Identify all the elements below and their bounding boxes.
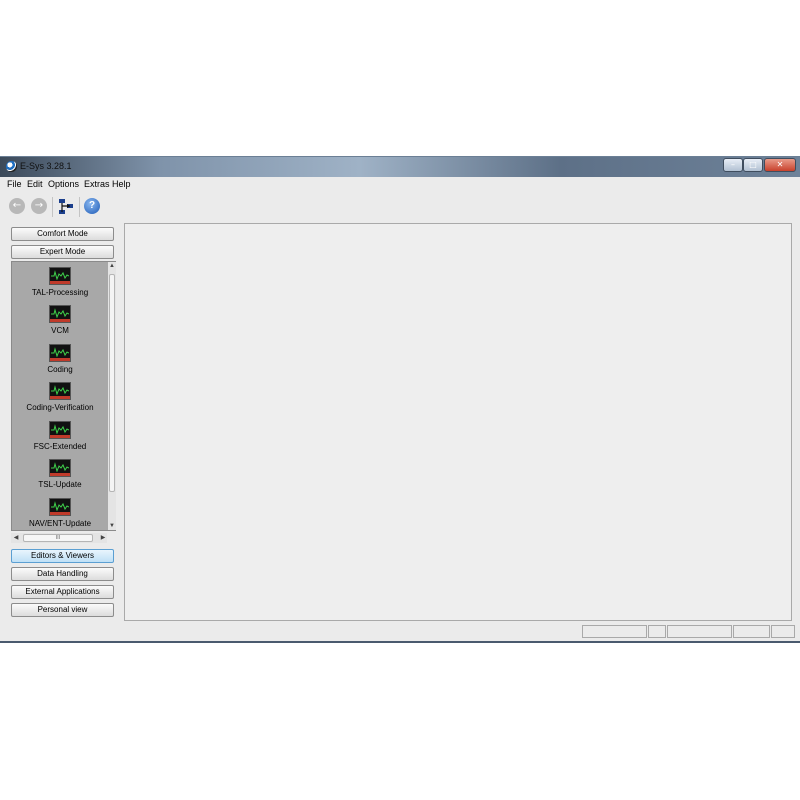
sidebar: Comfort Mode Expert Mode TAL-Processing … [7, 223, 118, 621]
window-title: E-Sys 3.28.1 [20, 161, 72, 171]
close-button[interactable]: ✕ [764, 158, 796, 172]
scroll-right-icon[interactable]: ▶ [99, 534, 107, 541]
monitor-wave-icon [49, 305, 71, 323]
list-item-nav-ent-update[interactable]: NAV/ENT-Update [12, 498, 108, 528]
list-item-tsl-update[interactable]: TSL-Update [12, 459, 108, 489]
scroll-left-icon[interactable]: ◀ [12, 534, 20, 541]
monitor-wave-icon [49, 382, 71, 400]
minimize-button[interactable]: – [723, 158, 743, 172]
maximize-button[interactable]: □ [743, 158, 763, 172]
list-item-tal-processing[interactable]: TAL-Processing [12, 267, 108, 297]
list-item-fsc-extended[interactable]: FSC-Extended [12, 421, 108, 451]
toolbar-separator [52, 197, 53, 217]
data-handling-button[interactable]: Data Handling [11, 567, 114, 581]
menu-options[interactable]: Options [48, 179, 79, 189]
status-cell [667, 625, 732, 638]
window-bottom-border [0, 641, 800, 643]
bmw-logo-icon [6, 161, 17, 172]
toolbar-separator [79, 197, 80, 217]
menu-file[interactable]: File [7, 179, 22, 189]
list-item-vcm[interactable]: VCM [12, 305, 108, 335]
list-item-coding[interactable]: Coding [12, 344, 108, 374]
minimize-icon: – [731, 160, 735, 169]
menu-extras[interactable]: Extras [84, 179, 110, 189]
vertical-scrollbar[interactable]: ▲ ▼ [108, 262, 116, 530]
scroll-down-icon[interactable]: ▼ [108, 523, 116, 529]
horizontal-scroll-thumb[interactable]: III [23, 534, 93, 542]
menu-edit[interactable]: Edit [27, 179, 43, 189]
app-window: E-Sys 3.28.1 – □ ✕ File Edit Options Ext… [0, 156, 800, 643]
list-item-label: TAL-Processing [31, 288, 89, 297]
horizontal-scrollbar[interactable]: ◀ III ▶ [11, 533, 107, 543]
toolbar: ← → ? [0, 194, 800, 220]
status-cell [648, 625, 666, 638]
list-item-label: VCM [51, 326, 69, 335]
status-cell [771, 625, 795, 638]
help-icon[interactable]: ? [84, 198, 100, 214]
monitor-wave-icon [49, 267, 71, 285]
status-bar [4, 625, 796, 639]
status-cell [582, 625, 647, 638]
monitor-wave-icon [49, 498, 71, 516]
personal-view-button[interactable]: Personal view [11, 603, 114, 617]
list-item-label: Coding-Verification [26, 403, 94, 412]
list-item-coding-verification[interactable]: Coding-Verification [12, 382, 108, 412]
back-arrow-icon[interactable]: ← [9, 198, 25, 214]
scroll-up-icon[interactable]: ▲ [108, 263, 116, 269]
monitor-wave-icon [49, 459, 71, 477]
monitor-wave-icon [49, 421, 71, 439]
title-bar[interactable]: E-Sys 3.28.1 – □ ✕ [0, 157, 800, 177]
vertical-scroll-thumb[interactable] [109, 274, 115, 492]
network-connection-icon[interactable] [57, 198, 75, 216]
list-item-label: Coding [47, 365, 73, 374]
list-item-label: TSL-Update [38, 480, 82, 489]
main-content-panel [124, 223, 792, 621]
menu-bar: File Edit Options Extras Help [0, 177, 800, 192]
expert-mode-list: TAL-Processing VCM Coding Coding-Verific… [11, 261, 116, 531]
list-item-label: FSC-Extended [33, 442, 87, 451]
close-icon: ✕ [776, 160, 784, 169]
menu-help[interactable]: Help [112, 179, 131, 189]
maximize-icon: □ [749, 160, 757, 169]
expert-mode-button[interactable]: Expert Mode [11, 245, 114, 259]
status-cell [733, 625, 770, 638]
monitor-wave-icon [49, 344, 71, 362]
comfort-mode-button[interactable]: Comfort Mode [11, 227, 114, 241]
list-item-label: NAV/ENT-Update [28, 519, 92, 528]
external-applications-button[interactable]: External Applications [11, 585, 114, 599]
editors-viewers-button[interactable]: Editors & Viewers [11, 549, 114, 563]
forward-arrow-icon[interactable]: → [31, 198, 47, 214]
